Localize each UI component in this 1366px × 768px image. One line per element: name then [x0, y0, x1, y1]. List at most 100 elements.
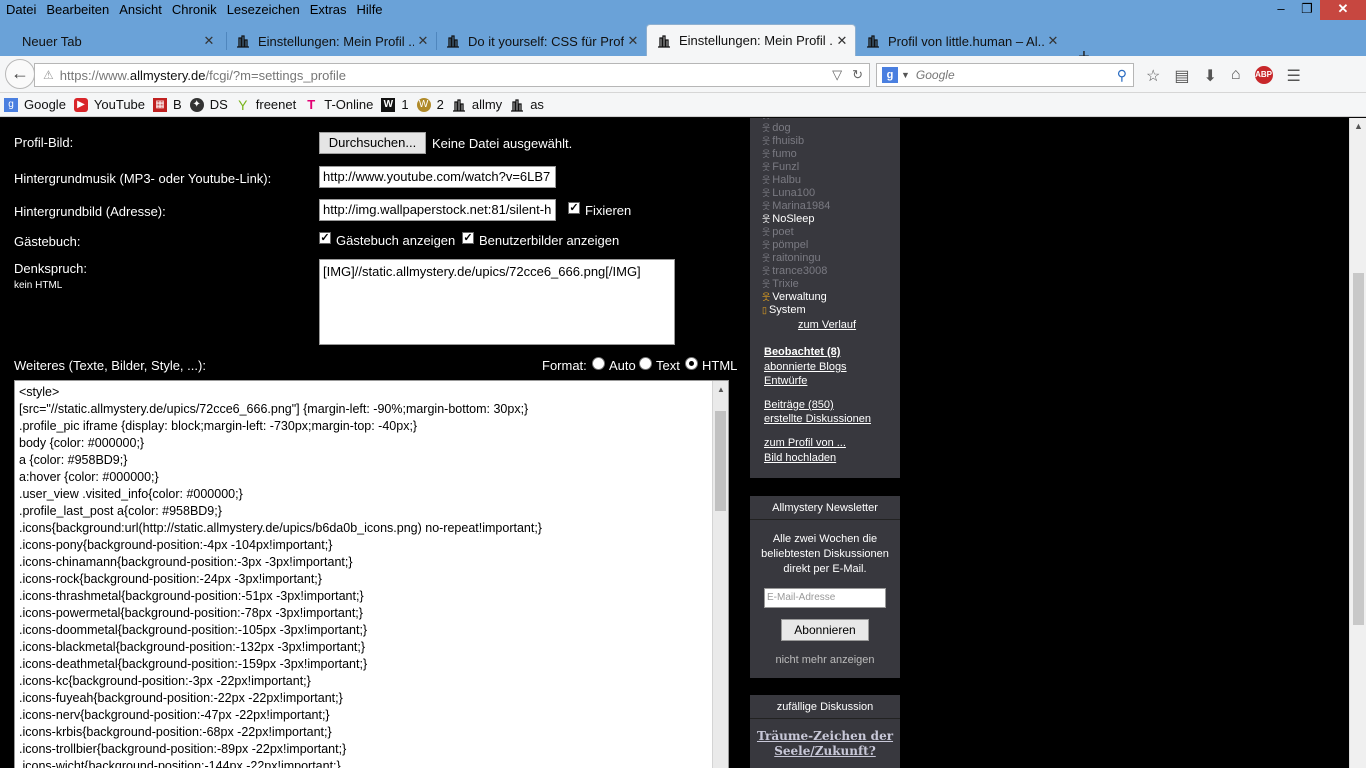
menu-bearbeiten[interactable]: Bearbeiten	[41, 0, 114, 20]
bookmark-tonline[interactable]: T T-Online	[304, 97, 373, 112]
music-input[interactable]: http://www.youtube.com/watch?v=6LB7	[319, 166, 556, 188]
minimize-button[interactable]: –	[1268, 0, 1294, 20]
bookmark-youtube[interactable]: ▶ YouTube	[73, 97, 145, 112]
email-field[interactable]: E-Mail-Adresse	[764, 588, 886, 608]
motto-textarea[interactable]: [IMG]//static.allmystery.de/upics/72cce6…	[319, 259, 675, 345]
bookmark-ds[interactable]: ✦ DS	[189, 97, 228, 112]
user-list-item[interactable]: 웃 Trixie	[762, 278, 830, 291]
history-link[interactable]: zum Verlauf	[798, 319, 856, 331]
upload-link[interactable]: Bild hochladen	[764, 452, 836, 464]
url-bar[interactable]: ⚠ https://www. allmystery.de/fcgi/?m=sett…	[34, 63, 870, 87]
dropdown-icon[interactable]: ▽	[832, 67, 842, 83]
format-auto-radio[interactable]	[592, 357, 605, 370]
user-list-item[interactable]: ▯ System	[762, 304, 830, 317]
user-list-item[interactable]: 웃 trance3008	[762, 265, 830, 278]
user-list-item[interactable]: 웃 fhuisib	[762, 135, 830, 148]
tab-profile[interactable]: Profil von little.human – Al... ✕	[856, 26, 1066, 56]
user-list-item[interactable]: 웃 raitoningu	[762, 252, 830, 265]
link-line: Träume-Zeichen der	[756, 729, 894, 743]
guestbook-checkbox[interactable]: ✓	[319, 232, 331, 244]
bookmark-star-icon[interactable]: ☆	[1146, 66, 1160, 86]
menu-datei[interactable]: Datei	[0, 0, 41, 20]
tab-close-icon[interactable]: ✕	[624, 33, 642, 49]
adblock-icon[interactable]: ABP	[1254, 66, 1273, 84]
reading-list-icon[interactable]: ▤	[1174, 66, 1189, 86]
user-list-item[interactable]: 웃 Verwaltung	[762, 291, 830, 304]
bookmark-freenet[interactable]: Yfreenet	[236, 97, 296, 112]
user-list-item[interactable]: 웃 poet	[762, 226, 830, 239]
ds-icon: ✦	[189, 97, 204, 112]
bookmark-google[interactable]: g Google	[4, 97, 66, 112]
bookmark-label: allmy	[471, 97, 503, 112]
user-icon: 웃	[762, 123, 771, 133]
bookmark-allmy[interactable]: allmy	[452, 97, 502, 112]
scroll-up-icon[interactable]: ▲	[1354, 121, 1363, 131]
menu-extras[interactable]: Extras	[305, 0, 352, 20]
watched-link[interactable]: Beobachtet (8)	[764, 346, 840, 358]
search-input[interactable]: Google	[916, 68, 1117, 82]
bookmark-b[interactable]: ▦ B	[153, 97, 182, 112]
userpics-checkbox[interactable]: ✓	[462, 232, 474, 244]
user-name: pömpel	[772, 239, 809, 251]
page-scrollbar[interactable]: ▲	[1349, 118, 1366, 768]
user-list-item[interactable]: 웃 NoSleep	[762, 213, 830, 226]
user-list-item[interactable]: 웃 Funzl	[762, 161, 830, 174]
tab-close-icon[interactable]: ✕	[200, 33, 218, 49]
user-list-item[interactable]: 웃 pömpel	[762, 239, 830, 252]
tab-new[interactable]: Neuer Tab ✕	[12, 26, 222, 56]
user-list-item[interactable]: 웃 Marina1984	[762, 200, 830, 213]
scroll-up-icon[interactable]: ▲	[717, 385, 725, 394]
more-textarea[interactable]: <style> [src="//static.allmystery.de/upi…	[14, 380, 729, 768]
random-discussion-link[interactable]: Träume-Zeichen der Seele/Zukunft?	[750, 729, 900, 759]
menu-icon[interactable]: ☰	[1287, 66, 1301, 86]
tab-diy-css[interactable]: Do it yourself: CSS für Profi... ✕	[436, 26, 646, 56]
download-icon[interactable]: ⬇	[1203, 66, 1216, 86]
menu-ansicht[interactable]: Ansicht	[114, 0, 167, 20]
created-link[interactable]: erstellte Diskussionen	[764, 413, 871, 425]
blogs-link[interactable]: abonnierte Blogs	[764, 361, 847, 373]
menu-hilfe[interactable]: Hilfe	[352, 0, 388, 20]
user-list-item[interactable]: 웃 fumo	[762, 148, 830, 161]
google-icon[interactable]: g	[882, 67, 898, 83]
menu-chronik[interactable]: Chronik	[167, 0, 222, 20]
back-button[interactable]: ←	[5, 59, 35, 89]
search-bar[interactable]: g ▼ Google ⚲	[876, 63, 1134, 87]
tab-settings-1[interactable]: Einstellungen: Mein Profil ... ✕	[226, 26, 436, 56]
textarea-scrollbar[interactable]: ▲	[712, 381, 728, 768]
tab-close-icon[interactable]: ✕	[833, 33, 851, 49]
scroll-thumb[interactable]	[715, 411, 726, 511]
format-html-radio[interactable]	[685, 357, 698, 370]
tab-close-icon[interactable]: ✕	[1044, 33, 1062, 49]
profile-link[interactable]: zum Profil von ...	[764, 437, 846, 449]
close-window-button[interactable]: ✕	[1320, 0, 1366, 20]
bookmark-2[interactable]: W2	[416, 97, 444, 112]
tab-close-icon[interactable]: ✕	[414, 33, 432, 49]
chevron-down-icon[interactable]: ▼	[901, 70, 910, 80]
drafts-link[interactable]: Entwürfe	[764, 375, 807, 387]
user-icon: 웃	[762, 214, 771, 224]
bookmark-as[interactable]: as	[510, 97, 544, 112]
restore-button[interactable]: ❐	[1294, 0, 1320, 20]
scroll-thumb[interactable]	[1353, 273, 1364, 625]
user-list-item[interactable]: 웃 dog	[762, 122, 830, 135]
tab-label: Neuer Tab	[22, 33, 82, 49]
format-text-radio[interactable]	[639, 357, 652, 370]
reload-icon[interactable]: ↻	[852, 67, 863, 83]
user-icon: 웃	[762, 162, 771, 172]
user-list-item[interactable]: 웃 Luna100	[762, 187, 830, 200]
user-name: Halbu	[772, 174, 802, 186]
menu-lesezeichen[interactable]: Lesezeichen	[222, 0, 305, 20]
posts-link[interactable]: Beiträge (850)	[764, 399, 834, 411]
bookmark-1[interactable]: W1	[381, 97, 409, 112]
hide-newsletter-link[interactable]: nicht mehr anzeigen	[750, 654, 900, 666]
search-icon[interactable]: ⚲	[1117, 67, 1127, 84]
user-list-item[interactable]: 웃 Halbu	[762, 174, 830, 187]
home-icon[interactable]: ⌂	[1231, 66, 1241, 86]
allmystery-icon	[867, 35, 879, 48]
subscribe-button[interactable]: Abonnieren	[781, 619, 869, 641]
user-icon: 웃	[762, 201, 771, 211]
browse-button[interactable]: Durchsuchen...	[319, 132, 426, 154]
background-input[interactable]: http://img.wallpaperstock.net:81/silent-…	[319, 199, 556, 221]
fix-checkbox[interactable]: ✓	[568, 202, 580, 214]
tab-settings-active[interactable]: Einstellungen: Mein Profil ... ✕	[646, 24, 856, 56]
